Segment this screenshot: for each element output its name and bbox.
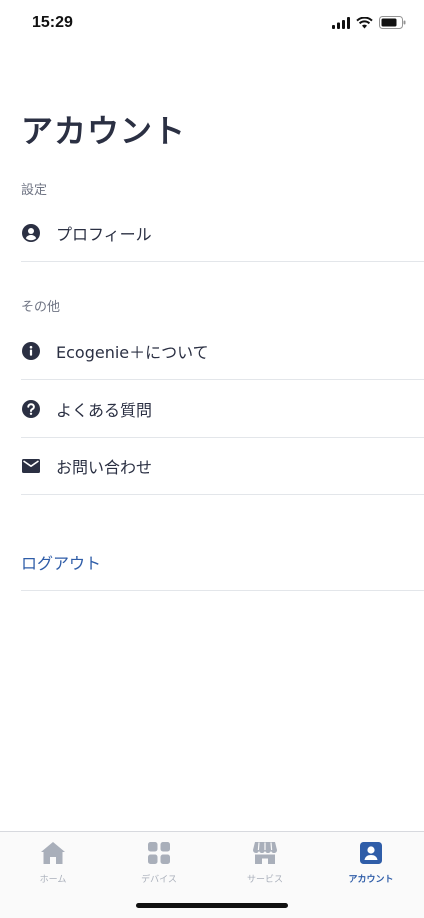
signal-icon xyxy=(332,16,350,29)
menu-item-label: お問い合わせ xyxy=(56,458,153,477)
tab-label: サービス xyxy=(246,875,283,885)
tab-label: アカウント xyxy=(348,875,394,885)
menu-item-label: プロフィール xyxy=(56,225,152,244)
tab-label: デバイス xyxy=(141,875,177,885)
battery-icon xyxy=(379,16,406,29)
home-icon xyxy=(39,840,67,866)
menu-item-profile[interactable]: プロフィール xyxy=(21,205,424,262)
logout-button[interactable]: ログアウト xyxy=(21,534,424,591)
mail-icon xyxy=(21,456,41,476)
menu-item-label: よくある質問 xyxy=(56,401,153,420)
tab-devices[interactable]: デバイス xyxy=(106,840,212,885)
user-circle-icon xyxy=(21,223,41,243)
status-time: 15:29 xyxy=(32,14,73,31)
menu-item-about[interactable]: Ecogenie＋について xyxy=(21,323,424,380)
tab-home[interactable]: ホーム xyxy=(0,840,106,885)
section-label-settings: 設定 xyxy=(21,183,48,198)
store-icon xyxy=(251,840,279,866)
account-icon xyxy=(357,840,385,866)
logout-label: ログアウト xyxy=(21,554,102,573)
status-icons xyxy=(332,16,406,29)
tab-label: ホーム xyxy=(39,875,67,885)
wifi-icon xyxy=(356,16,373,28)
tab-account[interactable]: アカウント xyxy=(318,840,424,885)
menu-item-contact[interactable]: お問い合わせ xyxy=(21,438,424,495)
info-icon xyxy=(21,341,41,361)
menu-item-label: Ecogenie＋について xyxy=(56,343,209,362)
page-title: アカウント xyxy=(21,112,187,150)
tab-services[interactable]: サービス xyxy=(212,840,318,885)
status-bar: 15:29 xyxy=(0,0,424,48)
question-icon xyxy=(21,399,41,419)
home-indicator xyxy=(136,903,288,908)
devices-icon xyxy=(145,840,173,866)
section-label-other: その他 xyxy=(21,300,61,315)
menu-item-faq[interactable]: よくある質問 xyxy=(21,381,424,438)
